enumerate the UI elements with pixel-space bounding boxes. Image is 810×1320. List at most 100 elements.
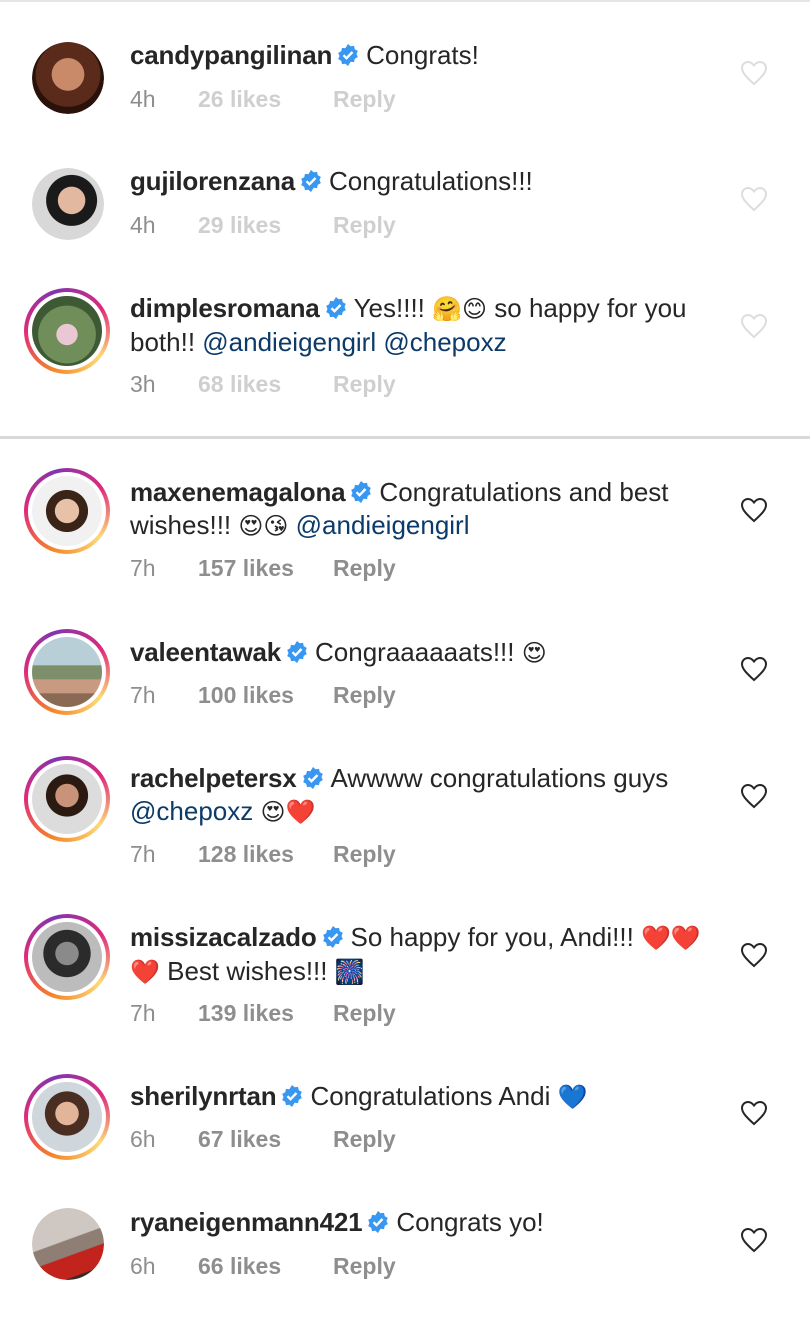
username[interactable]: gujilorenzana [130, 166, 295, 196]
verified-badge-icon [351, 481, 372, 503]
comment-body: Congrats! [366, 40, 479, 70]
comment-meta: 6h 66 likes Reply [130, 1253, 396, 1280]
likes-count[interactable]: 67 likes [198, 1126, 333, 1153]
reply-button[interactable]: Reply [333, 86, 396, 113]
comment-text: dimplesromana Yes!!!! 🤗😊 so happy for you… [130, 292, 720, 359]
verified-badge-icon [302, 767, 323, 789]
timestamp: 7h [130, 841, 156, 867]
comment-body: Congraaaaaats!!! [315, 637, 522, 667]
reply-button[interactable]: Reply [333, 212, 396, 239]
likes-count[interactable]: 139 likes [198, 1000, 333, 1027]
timestamp: 7h [130, 555, 156, 581]
comment-meta: 3h 68 likes Reply [130, 371, 396, 398]
emoji: 💙 [557, 1084, 588, 1111]
top-divider [0, 0, 810, 2]
comment-body: Awwww congratulations guys [330, 763, 669, 793]
avatar[interactable] [24, 288, 110, 374]
avatar[interactable] [24, 629, 110, 715]
comment-body: Yes!!!! [353, 293, 433, 323]
comment-meta: 7h 128 likes Reply [130, 841, 396, 868]
likes-count[interactable]: 157 likes [198, 555, 333, 582]
avatar[interactable] [32, 168, 104, 240]
emoji: 🎆 [334, 959, 365, 986]
avatar[interactable] [24, 1074, 110, 1160]
comment-body: Best wishes!!! [159, 956, 335, 986]
comment-text: candypangilinan Congrats! [130, 39, 720, 72]
emoji: 😍 [521, 640, 547, 667]
avatar[interactable] [32, 1208, 104, 1280]
comment-body: Congratulations Andi [310, 1081, 558, 1111]
mention-link[interactable]: @chepoxz [130, 796, 253, 826]
emoji: 😍😘 [238, 513, 289, 540]
comment-body: Congratulations!!! [328, 166, 533, 196]
comment-meta: 7h 100 likes Reply [130, 682, 396, 709]
username[interactable]: candypangilinan [130, 40, 332, 70]
comment-text: missizacalzado So happy for you, Andi!!! … [130, 921, 720, 989]
heart-outline-icon[interactable] [740, 186, 768, 212]
timestamp: 6h [130, 1126, 156, 1152]
comment-meta: 4h 26 likes Reply [130, 86, 396, 113]
reply-button[interactable]: Reply [333, 682, 396, 709]
comment-text: valeentawak Congraaaaaats!!! 😍 [130, 636, 720, 670]
verified-badge-icon [282, 1085, 303, 1107]
timestamp: 4h [130, 86, 156, 112]
reply-button[interactable]: Reply [333, 1000, 396, 1027]
username[interactable]: missizacalzado [130, 922, 317, 952]
comment-meta: 7h 157 likes Reply [130, 555, 396, 582]
timestamp: 7h [130, 682, 156, 708]
likes-count[interactable]: 128 likes [198, 841, 333, 868]
likes-count[interactable]: 100 likes [198, 682, 333, 709]
timestamp: 4h [130, 212, 156, 238]
timestamp: 7h [130, 1000, 156, 1026]
avatar[interactable] [24, 468, 110, 554]
username[interactable]: sherilynrtan [130, 1081, 277, 1111]
verified-badge-icon [325, 297, 346, 319]
username[interactable]: maxenemagalona [130, 477, 346, 507]
reply-button[interactable]: Reply [333, 1126, 396, 1153]
heart-outline-icon[interactable] [740, 1227, 768, 1253]
verified-badge-icon [322, 926, 343, 948]
verified-badge-icon [301, 170, 321, 192]
username[interactable]: valeentawak [130, 637, 281, 667]
heart-outline-icon[interactable] [740, 313, 768, 339]
avatar[interactable] [24, 756, 110, 842]
likes-count[interactable]: 68 likes [198, 371, 333, 398]
avatar[interactable] [32, 42, 104, 114]
likes-count[interactable]: 29 likes [198, 212, 333, 239]
username[interactable]: rachelpetersx [130, 763, 297, 793]
emoji: 😍❤️ [260, 799, 316, 826]
heart-outline-icon[interactable] [740, 656, 768, 682]
timestamp: 6h [130, 1253, 156, 1279]
verified-badge-icon [338, 44, 358, 66]
comment-text: ryaneigenmann421 Congrats yo! [130, 1206, 720, 1239]
comment-text: gujilorenzana Congratulations!!! [130, 165, 720, 198]
mention-link[interactable]: @andieigengirl [296, 510, 470, 540]
username[interactable]: dimplesromana [130, 293, 320, 323]
comment-body: So happy for you, Andi!!! [350, 922, 642, 952]
likes-count[interactable]: 66 likes [198, 1253, 333, 1280]
reply-button[interactable]: Reply [333, 841, 396, 868]
heart-outline-icon[interactable] [740, 942, 768, 968]
heart-outline-icon[interactable] [740, 783, 768, 809]
verified-badge-icon [287, 641, 307, 663]
comment-meta: 4h 29 likes Reply [130, 212, 396, 239]
reply-button[interactable]: Reply [333, 1253, 396, 1280]
section-divider [0, 436, 810, 439]
reply-button[interactable]: Reply [333, 371, 396, 398]
reply-button[interactable]: Reply [333, 555, 396, 582]
heart-outline-icon[interactable] [740, 497, 768, 523]
comment-body: Congrats yo! [396, 1207, 544, 1237]
emoji: 🤗😊 [432, 296, 488, 323]
username[interactable]: ryaneigenmann421 [130, 1207, 363, 1237]
likes-count[interactable]: 26 likes [198, 86, 333, 113]
mention-link[interactable]: @andieigengirl [202, 327, 376, 357]
comment-meta: 6h 67 likes Reply [130, 1126, 396, 1153]
comment-meta: 7h 139 likes Reply [130, 1000, 396, 1027]
mention-link[interactable]: @chepoxz [383, 327, 506, 357]
comment-text: maxenemagalona Congratulations and best w… [130, 476, 720, 543]
avatar[interactable] [24, 914, 110, 1000]
heart-outline-icon[interactable] [740, 60, 768, 86]
comment-text: rachelpetersx Awwww congratulations guys … [130, 762, 720, 829]
verified-badge-icon [368, 1211, 389, 1233]
heart-outline-icon[interactable] [740, 1100, 768, 1126]
